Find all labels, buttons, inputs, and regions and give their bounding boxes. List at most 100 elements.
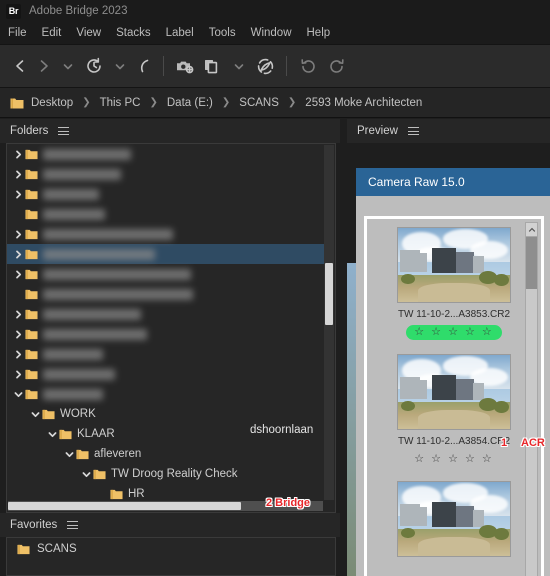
list-item[interactable]: SCANS	[7, 538, 335, 560]
folder-tree-item[interactable]: 2593 Moke Architecten	[7, 244, 324, 264]
folder-tree-item-label: afleveren	[94, 448, 142, 460]
chevron-down-icon[interactable]	[227, 53, 251, 79]
forward-icon[interactable]	[32, 53, 56, 79]
breadcrumb-item-data-e[interactable]: Data (E:)	[167, 97, 213, 109]
get-photos-from-camera-icon[interactable]	[171, 53, 199, 79]
menu-item-help[interactable]: Help	[307, 25, 340, 41]
menu-item-tools[interactable]: Tools	[209, 25, 245, 41]
folder-tree[interactable]: 16/12 thus 3 2591 Tiny Legatt 2591 Tiny 259…	[6, 143, 336, 513]
folder-tree-item[interactable]: 2591 Tiny Legatt	[7, 164, 324, 184]
folder-tree-rows: 16/12 thus 3 2591 Tiny Legatt 2591 Tiny 259…	[7, 144, 324, 501]
menu-item-stacks[interactable]: Stacks	[116, 25, 160, 41]
filmstrip-scrollbar[interactable]	[525, 222, 538, 576]
thumbnail-item[interactable]: TW 11-10-2...A3853.CR2 ☆ ☆ ☆ ☆ ☆	[367, 219, 541, 346]
folder-tree-item[interactable]: 2596 Vrede	[7, 344, 324, 364]
thumbnail-item[interactable]	[367, 473, 541, 569]
folder-icon	[25, 389, 38, 400]
folder-icon	[110, 489, 123, 500]
folder-tree-item[interactable]: 2593 Moke Architecten Stadsboornlaan	[7, 264, 324, 284]
chevron-down-icon[interactable]	[79, 467, 93, 481]
back-icon[interactable]	[8, 53, 32, 79]
camera-raw-filmstrip[interactable]: TW 11-10-2...A3853.CR2 ☆ ☆ ☆ ☆ ☆ TW 11-10-…	[364, 216, 544, 576]
rating-stars[interactable]: ☆ ☆ ☆ ☆ ☆	[406, 325, 502, 340]
thumbnail-image[interactable]	[397, 354, 511, 430]
chevron-right-icon[interactable]	[11, 347, 25, 361]
folder-icon	[25, 189, 38, 200]
chevron-down-icon[interactable]	[45, 427, 59, 441]
folder-tree-item[interactable]: 2591 Tiny	[7, 184, 324, 204]
chevron-right-icon[interactable]	[11, 187, 25, 201]
folder-tree-item[interactable]: 2595 Bergweg	[7, 324, 324, 344]
folder-tree-item[interactable]: TW Droog Reality Check	[7, 464, 324, 484]
boomerang-icon[interactable]	[132, 53, 156, 79]
folder-tree-item-label: 2593 Moke Architecten	[43, 248, 155, 260]
chevron-right-icon[interactable]	[11, 327, 25, 341]
chevron-down-icon[interactable]	[11, 387, 25, 401]
chevron-down-icon[interactable]	[28, 407, 42, 421]
app-logo-icon: Br	[6, 3, 21, 19]
folder-tree-item[interactable]: afleveren	[7, 444, 324, 464]
menu-item-label[interactable]: Label	[166, 25, 203, 41]
recent-history-icon[interactable]	[80, 53, 108, 79]
refine-aperture-icon[interactable]	[251, 53, 279, 79]
twisty-placeholder	[96, 487, 110, 501]
breadcrumb-item-current[interactable]: 2593 Moke Architecten	[305, 97, 422, 109]
chevron-down-icon[interactable]	[108, 53, 132, 79]
folder-tree-item[interactable]: 2594 Gegeven	[7, 304, 324, 324]
chevron-right-icon[interactable]	[11, 367, 25, 381]
folder-tree-item[interactable]: 2597 Bonnet	[7, 364, 324, 384]
panel-menu-icon[interactable]	[407, 127, 419, 135]
rotate-clockwise-icon[interactable]	[322, 53, 350, 79]
tab-folders[interactable]: Folders	[10, 125, 48, 137]
breadcrumb-separator: ❯	[82, 97, 91, 108]
folder-tree-item-label: TW Droog Reality Check	[111, 468, 238, 480]
scrollbar-thumb[interactable]	[8, 502, 242, 510]
chevron-right-icon[interactable]	[11, 167, 25, 181]
chevron-right-icon[interactable]	[11, 247, 25, 261]
breadcrumb-item-scans[interactable]: SCANS	[239, 97, 279, 109]
thumbnail-image[interactable]	[397, 481, 511, 557]
stack-icon[interactable]	[199, 53, 227, 79]
thumbnail-image[interactable]	[397, 227, 511, 303]
rotate-counterclockwise-icon[interactable]	[294, 53, 322, 79]
chevron-down-icon[interactable]	[56, 53, 80, 79]
tab-preview[interactable]: Preview	[357, 125, 398, 137]
chevron-right-icon[interactable]	[11, 267, 25, 281]
scrollbar-thumb[interactable]	[325, 263, 333, 325]
breadcrumb-item-desktop[interactable]: Desktop	[31, 97, 73, 109]
rating-stars[interactable]: ☆ ☆ ☆ ☆ ☆	[406, 452, 502, 467]
folder-tree-item[interactable]: WORK	[7, 404, 324, 424]
folder-tree-horizontal-scrollbar[interactable]	[8, 501, 323, 511]
tab-favorites[interactable]: Favorites	[10, 519, 57, 531]
menu-item-view[interactable]: View	[76, 25, 110, 41]
folder-tree-item[interactable]: 2591 Tiny Pietersstraat 48	[7, 224, 324, 244]
panel-menu-icon[interactable]	[67, 521, 79, 529]
chevron-right-icon[interactable]	[11, 227, 25, 241]
folder-tree-vertical-scrollbar[interactable]	[324, 145, 334, 500]
thumbnail-filename: TW 11-10-2...A3853.CR2	[397, 309, 511, 320]
breadcrumb-separator: ❯	[149, 97, 158, 108]
chevron-right-icon[interactable]	[11, 307, 25, 321]
thumbnail-item[interactable]: TW 11-10-2...A3854.CR2 ☆ ☆ ☆ ☆ ☆	[367, 346, 541, 473]
favorites-list[interactable]: SCANS	[6, 537, 336, 576]
folder-tree-item[interactable]: 16/12 thus 3	[7, 144, 324, 164]
folder-icon	[76, 449, 89, 460]
folder-tree-item[interactable]: 2598 Droog	[7, 384, 324, 404]
folder-icon	[25, 289, 38, 300]
chevron-down-icon[interactable]	[62, 447, 76, 461]
menu-item-window[interactable]: Window	[251, 25, 301, 41]
folder-tree-item[interactable]: HR	[7, 484, 324, 501]
scrollbar-thumb[interactable]	[526, 237, 537, 289]
panel-menu-icon[interactable]	[58, 127, 70, 135]
folder-icon	[25, 249, 38, 260]
menu-item-file[interactable]: File	[8, 25, 36, 41]
scroll-up-icon[interactable]	[526, 223, 537, 237]
folder-tree-item[interactable]: 2591 Tiny C1	[7, 204, 324, 224]
breadcrumb-item-this-pc[interactable]: This PC	[100, 97, 141, 109]
chevron-right-icon[interactable]	[11, 147, 25, 161]
folder-tree-item[interactable]: KLAAR	[7, 424, 324, 444]
folder-tree-item[interactable]: 2593 Moke Architecten Studio	[7, 284, 324, 304]
folder-tree-item-label: HR	[128, 488, 145, 500]
panel-divider[interactable]	[340, 119, 347, 576]
menu-item-edit[interactable]: Edit	[42, 25, 71, 41]
